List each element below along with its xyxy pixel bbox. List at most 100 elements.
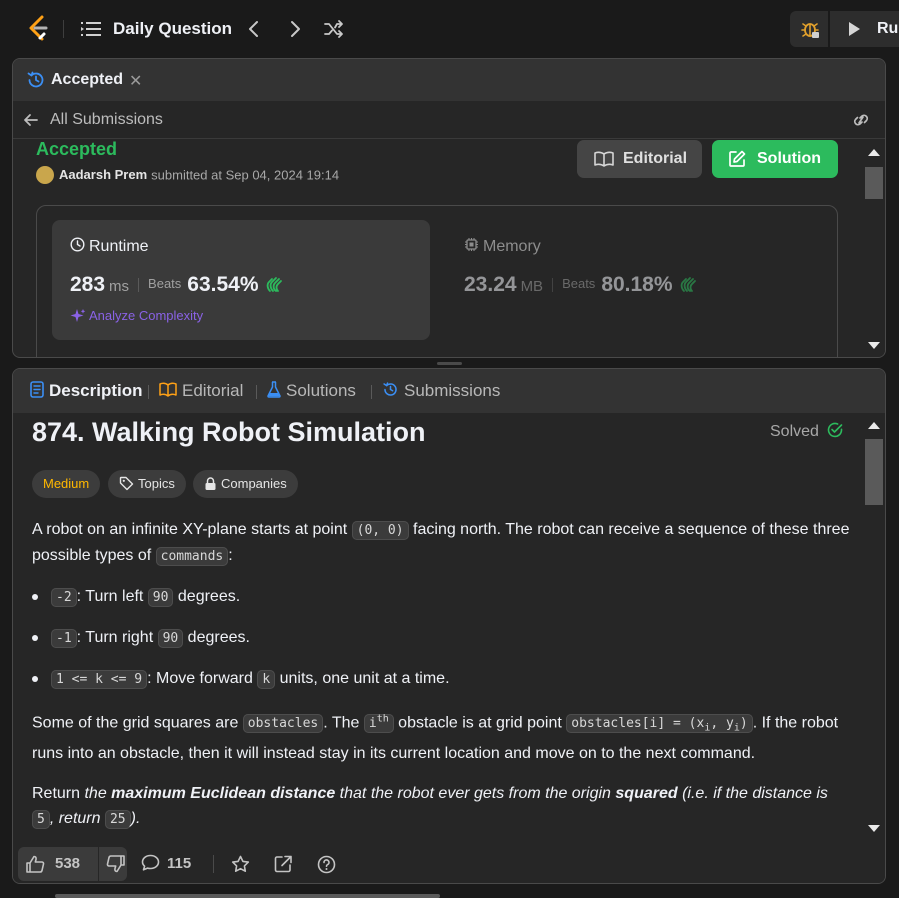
description-paragraph: A robot on an infinite XY-plane starts a… (32, 521, 850, 566)
runtime-title: Runtime (70, 237, 149, 256)
submission-status: Accepted (36, 139, 118, 159)
runtime-value: 283 (70, 273, 106, 296)
problem-tabs: Description Editorial Solutions Submissi… (13, 369, 885, 413)
tab-divider (256, 385, 257, 399)
chevron-right-icon[interactable] (284, 18, 306, 40)
list-item: 1 <= k <= 9: Move forward k units, one u… (32, 666, 852, 692)
close-tab-icon[interactable]: ✕ (129, 71, 142, 91)
list-item: -1: Turn right 90 degrees. (32, 625, 852, 651)
editorial-button-label: Editorial (623, 150, 688, 167)
runtime-title-label: Runtime (89, 238, 149, 255)
scroll-up-arrow-icon[interactable] (868, 149, 880, 156)
topics-label: Topics (138, 476, 175, 491)
topics-chip[interactable]: Topics (108, 470, 186, 498)
submission-meta: Aadarsh Prem submitted at Sep 04, 2024 19… (36, 166, 340, 185)
tab-solutions-label: Solutions (286, 381, 356, 400)
top-bar: Daily Question Run (0, 0, 899, 58)
link-icon[interactable] (850, 111, 872, 129)
comment-count: 115 (167, 855, 192, 872)
run-label: Run (877, 20, 899, 37)
memory-value: 23.24 (464, 273, 517, 296)
like-dislike-group: 538 (18, 847, 127, 881)
runtime-card[interactable]: Runtime 283 ms Beats 63.54% Analyze Complex… (52, 220, 430, 340)
tab-editorial[interactable]: Editorial (159, 381, 243, 401)
help-icon[interactable] (317, 855, 336, 874)
star-icon[interactable] (231, 855, 250, 873)
analyze-complexity-link[interactable]: Analyze Complexity (70, 308, 203, 325)
runtime-value-row: 283 ms Beats 63.54% (70, 273, 286, 297)
tab-accepted-label: Accepted (51, 71, 124, 88)
scrollbar-thumb[interactable] (865, 167, 883, 199)
comments-button[interactable]: 115 (141, 854, 192, 873)
problem-list-icon[interactable] (80, 19, 102, 39)
tab-solutions[interactable]: Solutions (267, 381, 356, 401)
document-icon (30, 381, 44, 398)
bug-icon (801, 23, 819, 38)
memory-title[interactable]: Memory (464, 238, 541, 256)
description-paragraph: Some of the grid squares are obstacles. … (32, 714, 839, 762)
tab-divider (371, 385, 372, 399)
daily-question-title[interactable]: Daily Question (113, 19, 232, 39)
arrow-left-icon[interactable] (23, 112, 39, 128)
all-submissions-bar[interactable]: All Submissions (13, 101, 885, 139)
scroll-up-arrow-icon[interactable] (868, 422, 880, 429)
tab-accepted[interactable]: Accepted (26, 70, 123, 95)
debug-button[interactable] (790, 11, 828, 47)
submitted-at: submitted at Sep 04, 2024 19:14 (151, 167, 340, 183)
runtime-beats-percent: 63.54% (187, 273, 259, 296)
tab-submissions[interactable]: Submissions (382, 381, 500, 401)
like-divider (98, 847, 99, 881)
scroll-down-arrow-icon[interactable] (868, 825, 880, 832)
username[interactable]: Aadarsh Prem (59, 167, 147, 182)
thumbs-down-icon[interactable] (106, 855, 125, 873)
share-icon[interactable] (274, 855, 293, 873)
chevron-left-icon[interactable] (243, 18, 265, 40)
run-button[interactable]: Run (830, 11, 899, 47)
solved-label: Solved (770, 423, 819, 440)
chip-icon (465, 238, 478, 252)
editorial-button[interactable]: Editorial (577, 140, 702, 178)
solution-button-label: Solution (757, 150, 821, 167)
problem-footer: 538 115 (13, 843, 885, 883)
panel-resize-handle[interactable] (437, 362, 462, 365)
submission-panel: Accepted ✕ All Submissions Accepted Aada… (12, 58, 886, 358)
submission-panel-header: Accepted ✕ (13, 59, 885, 101)
avatar[interactable] (36, 166, 54, 184)
stats-box: Runtime 283 ms Beats 63.54% Analyze Complex… (36, 205, 838, 357)
tag-icon (119, 476, 134, 491)
memory-beats-percent: 80.18% (601, 273, 673, 296)
problem-title[interactable]: 874. Walking Robot Simulation (32, 417, 426, 448)
companies-chip[interactable]: Companies (193, 470, 298, 498)
horizontal-scrollbar[interactable] (55, 894, 440, 898)
inline-code: (0, 0) (351, 521, 409, 540)
solution-button[interactable]: Solution (712, 140, 838, 178)
flask-icon (267, 381, 281, 398)
tab-description[interactable]: Description (30, 381, 143, 401)
tab-divider (148, 385, 149, 399)
leetcode-logo-icon[interactable] (25, 14, 51, 42)
submission-scrollbar[interactable] (862, 139, 885, 357)
clap-hands-icon (266, 276, 282, 292)
all-submissions-link[interactable]: All Submissions (50, 111, 163, 129)
tab-editorial-label: Editorial (182, 381, 244, 400)
clock-icon (70, 237, 85, 252)
runtime-beats-label: Beats (148, 276, 182, 292)
tab-submissions-label: Submissions (404, 381, 501, 400)
thumbs-up-icon[interactable] (26, 855, 45, 873)
runtime-divider (138, 277, 140, 292)
memory-title-label: Memory (483, 238, 541, 255)
problem-panel: Description Editorial Solutions Submissi… (12, 368, 886, 884)
tab-description-label: Description (49, 381, 143, 400)
lock-icon (205, 476, 216, 490)
problem-description: A robot on an infinite XY-plane starts a… (32, 517, 852, 847)
memory-unit: MB (520, 278, 544, 295)
scroll-down-arrow-icon[interactable] (868, 342, 880, 349)
edit-icon (729, 150, 746, 167)
analyze-complexity-label: Analyze Complexity (89, 308, 204, 323)
scrollbar-thumb[interactable] (865, 439, 883, 505)
description-scrollbar[interactable] (862, 413, 885, 843)
shuffle-icon[interactable] (323, 18, 345, 40)
solved-status: Solved (770, 422, 843, 441)
inline-code: commands (155, 547, 229, 566)
history-icon (383, 382, 397, 396)
